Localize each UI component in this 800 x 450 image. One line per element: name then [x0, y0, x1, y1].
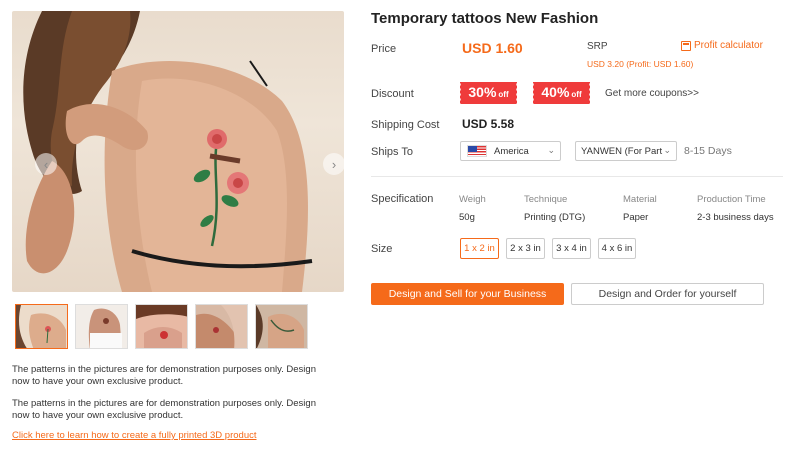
size-label: Size: [371, 243, 393, 255]
design-and-sell-button[interactable]: Design and Sell for your Business: [371, 283, 564, 305]
spec-head-material: Material: [623, 194, 657, 205]
previous-image-button[interactable]: ‹: [35, 153, 57, 175]
spec-head-production-time: Production Time: [697, 194, 766, 205]
thumbnail-2[interactable]: [75, 304, 128, 349]
spec-head-technique: Technique: [524, 194, 568, 205]
chevron-down-icon: ⌄: [663, 145, 671, 155]
thumbnail-4[interactable]: [195, 304, 248, 349]
profit-calculator-label: Profit calculator: [694, 40, 763, 51]
discount-label: Discount: [371, 88, 414, 100]
spec-value-production-time: 2-3 business days: [697, 212, 774, 223]
product-title: Temporary tattoos New Fashion: [371, 10, 599, 27]
thumbnail-1[interactable]: [15, 304, 68, 349]
srp-value: USD 3.20 (Profit: USD 1.60): [587, 59, 694, 69]
ships-to-label: Ships To: [371, 146, 413, 158]
design-and-order-button[interactable]: Design and Order for yourself: [571, 283, 764, 305]
price-label: Price: [371, 43, 397, 55]
coupon-value: 30%: [468, 84, 497, 100]
srp-label: SRP: [587, 41, 608, 52]
calculator-icon: [681, 40, 691, 51]
size-option-1x2[interactable]: 1 x 2 in: [460, 238, 499, 259]
spec-head-weigh: Weigh: [459, 194, 486, 205]
next-image-button[interactable]: ›: [323, 153, 344, 175]
shipping-method-value: YANWEN (For Part: [581, 145, 663, 157]
coupon-40-off[interactable]: 40% off: [532, 82, 590, 104]
coupon-30-off[interactable]: 30% off: [459, 82, 517, 104]
get-more-coupons-link[interactable]: Get more coupons>>: [605, 88, 699, 99]
demo-note-2: The patterns in the pictures are for dem…: [12, 398, 316, 421]
shipping-cost-label: Shipping Cost: [371, 119, 440, 131]
spec-value-material: Paper: [623, 212, 649, 223]
thumbnail-strip: [15, 304, 308, 349]
shipping-method-select[interactable]: YANWEN (For Part ⌄: [575, 141, 677, 161]
spec-value-technique: Printing (DTG): [524, 212, 586, 223]
specification-label: Specification: [371, 193, 434, 205]
delivery-days: 8-15 Days: [684, 145, 732, 157]
coupon-value: 40%: [541, 84, 570, 100]
thumbnail-5[interactable]: [255, 304, 308, 349]
size-option-2x3[interactable]: 2 x 3 in: [506, 238, 545, 259]
price-value: USD 1.60: [462, 40, 523, 56]
profit-calculator-link[interactable]: Profit calculator: [681, 40, 763, 51]
size-option-4x6[interactable]: 4 x 6 in: [598, 238, 636, 259]
size-option-3x4[interactable]: 3 x 4 in: [552, 238, 591, 259]
us-flag-icon: [467, 145, 487, 157]
country-select[interactable]: America ⌄: [460, 141, 561, 161]
shipping-cost-value: USD 5.58: [462, 117, 515, 131]
country-value: America: [494, 145, 529, 157]
coupon-suffix: off: [571, 90, 582, 99]
learn-3d-product-link[interactable]: Click here to learn how to create a full…: [12, 430, 257, 441]
coupon-suffix: off: [498, 90, 509, 99]
section-divider: [371, 176, 783, 177]
spec-value-weigh: 50g: [459, 212, 475, 223]
main-product-image: ‹ ›: [12, 11, 344, 292]
demo-note-1: The patterns in the pictures are for dem…: [12, 364, 316, 387]
thumbnail-3[interactable]: [135, 304, 188, 349]
model-back-tattoo-illustration: [23, 11, 313, 292]
chevron-down-icon: ⌄: [547, 145, 555, 155]
